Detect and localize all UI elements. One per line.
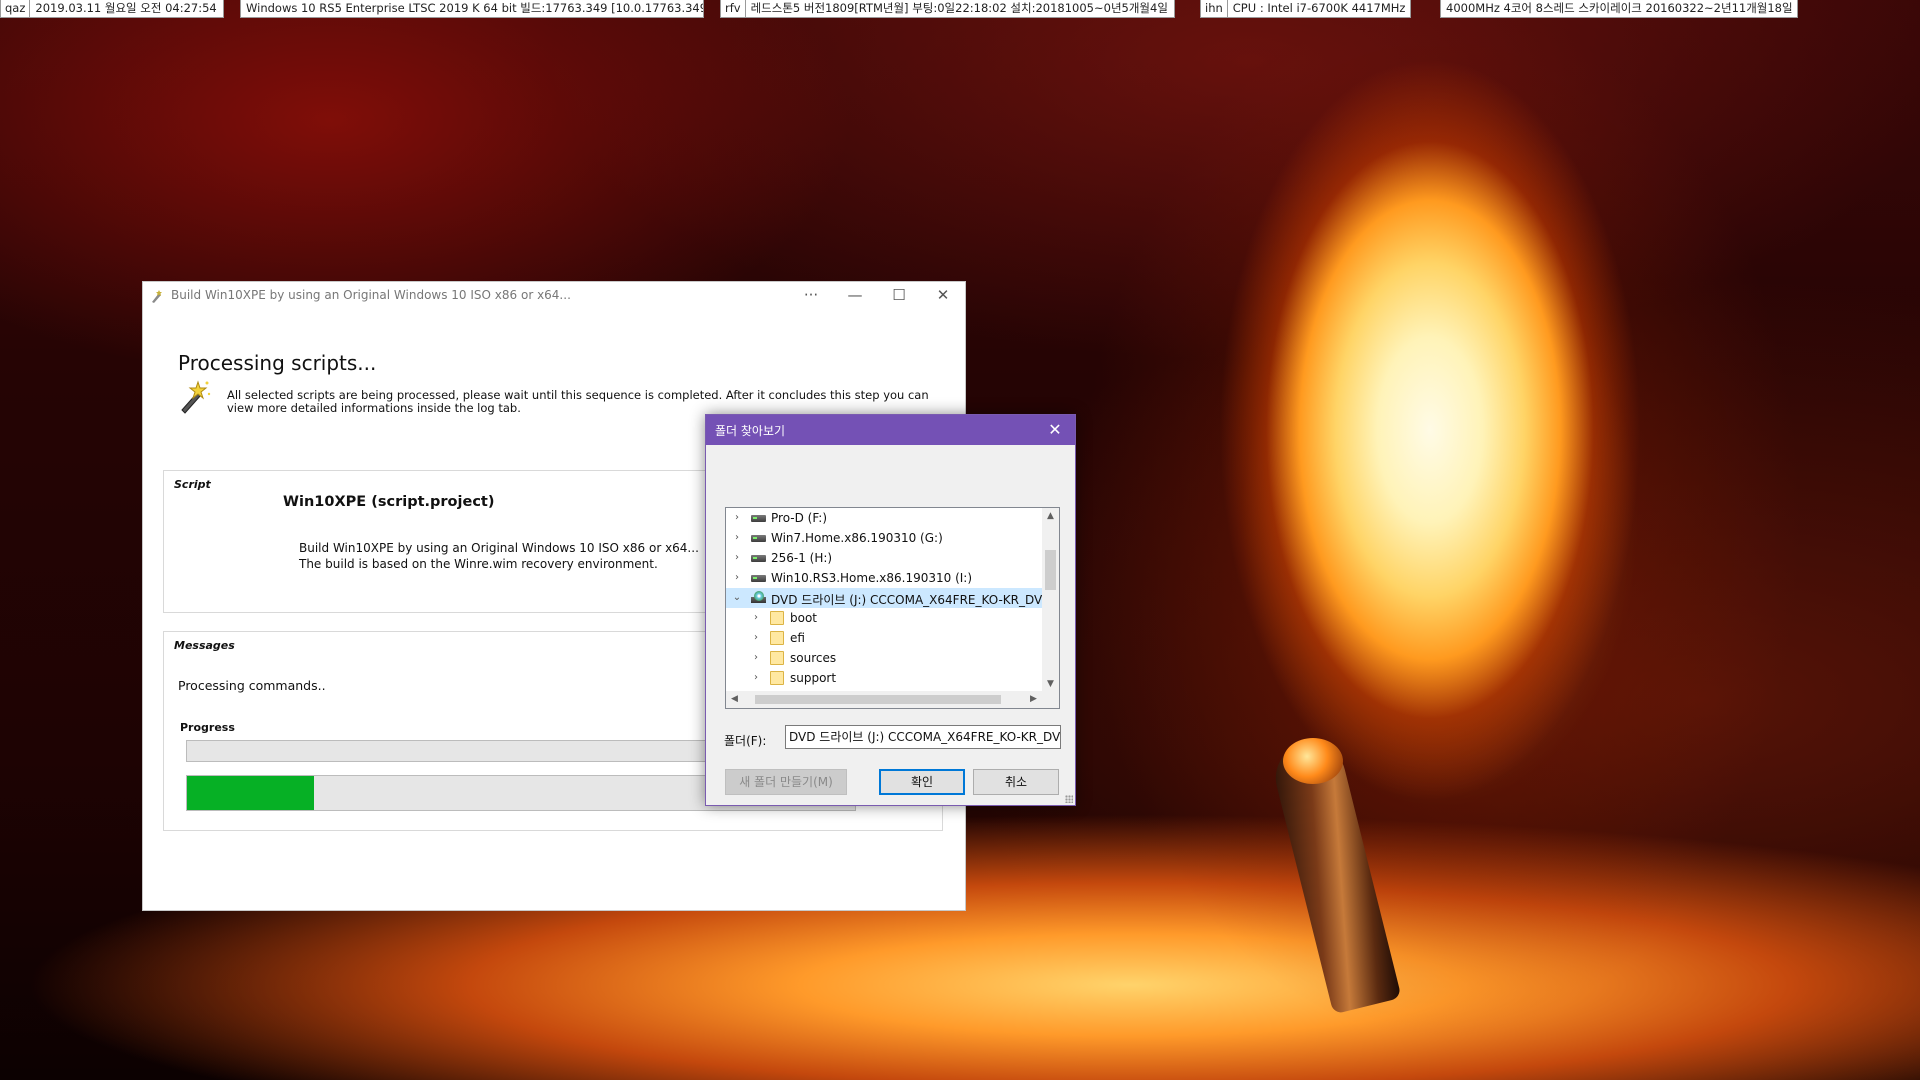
info-value: Windows 10 RS5 Enterprise LTSC 2019 K 64… (246, 1, 704, 15)
tree-item-label: efi (790, 631, 805, 645)
info-tag: rfv (721, 0, 746, 17)
chevron-right-icon[interactable]: › (731, 512, 743, 524)
info-value: 4000MHz 4코어 8스레드 스카이레이크 20160322~2년11개월1… (1446, 1, 1793, 15)
folder-icon (770, 651, 786, 665)
browse-folder-dialog: 폴더 찾아보기 ✕ › Pro-D (F:) › Win7.Home.x86.1903… (705, 414, 1076, 806)
tree-item[interactable]: ⌄ DVD 드라이브 (J:) CCCOMA_X64FRE_KO-KR_DV9 (726, 588, 1042, 608)
vertical-scrollbar[interactable]: ▲ ▼ (1042, 508, 1059, 692)
dialog-title: 폴더 찾아보기 (715, 424, 786, 438)
process-description: All selected scripts are being processed… (227, 388, 929, 415)
horizontal-scroll-thumb[interactable] (755, 695, 1001, 704)
ok-button[interactable]: 확인 (879, 769, 965, 795)
tree-item-label: support (790, 671, 837, 685)
tree-item-label: Win7.Home.x86.190310 (G:) (771, 531, 943, 545)
more-options-button[interactable]: ··· (789, 282, 833, 310)
tree-item[interactable]: › Win10.RS3.Home.x86.190310 (I:) (726, 568, 1042, 588)
magic-wand-icon (181, 380, 211, 414)
chevron-right-icon[interactable]: › (750, 632, 762, 644)
folder-path-input[interactable]: DVD 드라이브 (J:) CCCOMA_X64FRE_KO-KR_DV9 (785, 725, 1061, 749)
info-value: 2019.03.11 월요일 오전 04:27:54 (35, 1, 217, 15)
folder-tree-rows: › Pro-D (F:) › Win7.Home.x86.190310 (G:) › 25… (726, 508, 1042, 692)
scroll-up-icon[interactable]: ▲ (1042, 508, 1059, 524)
chevron-right-icon[interactable]: › (750, 612, 762, 624)
dialog-titlebar[interactable]: 폴더 찾아보기 ✕ (706, 415, 1075, 445)
folder-field-label: 폴더(F): (724, 734, 767, 748)
new-folder-button[interactable]: 새 폴더 만들기(M) (725, 769, 847, 795)
info-segment-datetime: qaz 2019.03.11 월요일 오전 04:27:54 (0, 0, 224, 18)
tree-item-label: Win10.RS3.Home.x86.190310 (I:) (771, 571, 973, 585)
chevron-right-icon[interactable]: › (731, 572, 743, 584)
scroll-left-icon[interactable]: ◀ (726, 691, 743, 708)
maximize-button[interactable]: ☐ (877, 282, 921, 310)
tree-item[interactable]: › sources (726, 648, 1042, 668)
script-name: Win10XPE (script.project) (283, 494, 495, 510)
progress-label: Progress (180, 721, 235, 734)
folder-tree-view[interactable]: › Pro-D (F:) › Win7.Home.x86.190310 (G:) › 25… (725, 507, 1060, 709)
chevron-right-icon[interactable]: › (750, 652, 762, 664)
tree-item[interactable]: › efi (726, 628, 1042, 648)
drive-icon (751, 571, 767, 585)
horizontal-scrollbar[interactable]: ◀ ▶ (726, 691, 1042, 708)
dvd-drive-icon (751, 591, 767, 605)
tree-item[interactable]: › boot (726, 608, 1042, 628)
group-label-messages: Messages (174, 639, 235, 652)
chevron-right-icon[interactable]: › (750, 672, 762, 684)
chevron-down-icon[interactable]: ⌄ (731, 592, 743, 604)
scrollbar-corner (1042, 691, 1059, 708)
folder-icon (770, 611, 786, 625)
window-title: Build Win10XPE by using an Original Wind… (171, 288, 571, 302)
drive-icon (751, 551, 767, 565)
tree-item-label: DVD 드라이브 (J:) CCCOMA_X64FRE_KO-KR_DV9 (771, 593, 1042, 607)
info-segment-cpu-detail: 4000MHz 4코어 8스레드 스카이레이크 20160322~2년11개월1… (1440, 0, 1798, 18)
info-tag: ihn (1201, 0, 1228, 17)
folder-icon (770, 671, 786, 685)
group-label-script: Script (174, 478, 211, 491)
script-description: Build Win10XPE by using an Original Wind… (299, 541, 699, 571)
drive-icon (751, 511, 767, 525)
drive-icon (751, 531, 767, 545)
tree-item[interactable]: › support (726, 668, 1042, 688)
scroll-right-icon[interactable]: ▶ (1025, 691, 1042, 708)
close-button[interactable]: ✕ (921, 282, 965, 310)
info-segment-os: Windows 10 RS5 Enterprise LTSC 2019 K 64… (240, 0, 704, 18)
scroll-down-icon[interactable]: ▼ (1042, 676, 1059, 692)
tree-item[interactable]: › 256-1 (H:) (726, 548, 1042, 568)
tree-item[interactable]: › Pro-D (F:) (726, 508, 1042, 528)
info-segment-cpu: ihn CPU : Intel i7-6700K 4417MHz (1200, 0, 1411, 18)
minimize-button[interactable]: — (833, 282, 877, 310)
vertical-scroll-thumb[interactable] (1045, 550, 1056, 590)
tree-item-label: boot (790, 611, 818, 625)
info-tag: qaz (1, 0, 31, 17)
tree-item[interactable]: › Win7.Home.x86.190310 (G:) (726, 528, 1042, 548)
info-value: CPU : Intel i7-6700K 4417MHz (1232, 1, 1406, 15)
tree-item-label: 256-1 (H:) (771, 551, 833, 565)
chevron-right-icon[interactable]: › (731, 532, 743, 544)
page-heading: Processing scripts... (178, 351, 377, 375)
window-titlebar[interactable]: Build Win10XPE by using an Original Wind… (143, 282, 965, 310)
candle-wick (1268, 735, 1402, 1015)
progress-fill-secondary (187, 776, 314, 810)
tree-item-label: Pro-D (F:) (771, 511, 828, 525)
app-icon (152, 290, 162, 303)
cancel-button[interactable]: 취소 (973, 769, 1059, 795)
chevron-right-icon[interactable]: › (731, 552, 743, 564)
candle-wick-tip (1283, 738, 1343, 784)
folder-icon (770, 631, 786, 645)
info-segment-build: rfv 레드스톤5 버전1809[RTM년월] 부팅:0일22:18:02 설치:… (720, 0, 1175, 18)
resize-grip[interactable] (1065, 795, 1073, 803)
tree-item-label: sources (790, 651, 837, 665)
system-info-bar: qaz 2019.03.11 월요일 오전 04:27:54 Windows 10… (0, 0, 1920, 18)
status-message: Processing commands.. (178, 678, 326, 693)
dialog-close-button[interactable]: ✕ (1035, 415, 1075, 445)
info-value: 레드스톤5 버전1809[RTM년월] 부팅:0일22:18:02 설치:201… (750, 1, 1168, 15)
